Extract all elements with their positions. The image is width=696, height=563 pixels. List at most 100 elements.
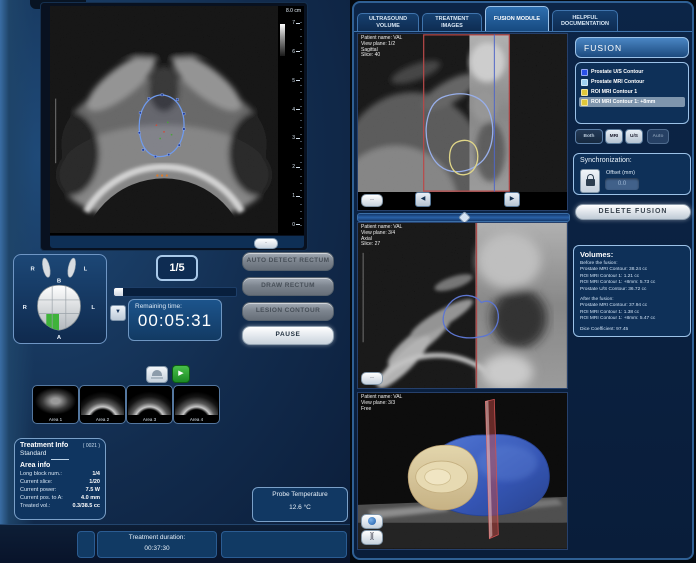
rotate-3d-button[interactable] xyxy=(361,514,383,529)
depth-label: 8.0 cm xyxy=(278,8,302,14)
status-bar: Treatment duration: 00:37:30 xyxy=(0,524,350,563)
sync-lock-button[interactable] xyxy=(580,169,600,193)
offset-label: Offset (mm) xyxy=(606,170,635,176)
tab-divider xyxy=(354,31,692,32)
treatment-info-title: Treatment Info xyxy=(20,442,68,449)
info-row: Current power:7.5 W xyxy=(20,486,100,494)
treatment-duration-value: 00:37:30 xyxy=(98,543,216,554)
ruler-tick: 7 xyxy=(292,20,300,26)
synchronization-label: Synchronization: xyxy=(574,154,690,164)
depth-ruler: 8.0 cm 7 6 5 4 3 2 1 0 xyxy=(278,8,302,232)
tab-ultrasound-volume[interactable]: ULTRASOUND VOLUME xyxy=(357,13,419,31)
lesion-contour-button[interactable]: LESION CONTOUR xyxy=(242,302,334,321)
fusion-panel-title: FUSION xyxy=(575,37,689,58)
ultrasound-render xyxy=(50,6,278,233)
treatment-info-panel: Treatment Info ( 0021 ) Standard Area in… xyxy=(14,438,106,520)
slice-next-button[interactable]: ▶ xyxy=(504,192,520,207)
ruler-tick: 3 xyxy=(292,135,300,141)
pause-button[interactable]: PAUSE xyxy=(242,326,334,345)
volumes-title: Volumes: xyxy=(580,250,684,259)
legend-item-roi-mri-margin[interactable]: ROI MRI Contour 1: +8mm xyxy=(579,97,685,107)
ruler-tick: 6 xyxy=(292,49,300,55)
grayscale-bar xyxy=(280,24,285,56)
divider xyxy=(51,459,69,460)
view-layout-toggle-button[interactable]: ⁓ xyxy=(361,372,383,385)
label-left-top: L xyxy=(84,267,88,273)
seminal-vesicle-right xyxy=(66,257,77,278)
ruler-tick: 0 xyxy=(292,222,300,228)
legend-swatch xyxy=(581,69,588,76)
legend-item-prostate-us[interactable]: Prostate U/S Contour xyxy=(579,67,685,77)
label-right-top: R xyxy=(30,267,35,273)
view-info-overlay: Patient name: VAL View plane: 3/3 Free xyxy=(361,395,402,412)
treatment-panel: 8.0 cm 7 6 5 4 3 2 1 0 ·· xyxy=(0,0,350,563)
hifu-treatment-app: 8.0 cm 7 6 5 4 3 2 1 0 ·· xyxy=(0,0,696,563)
thumbnail-image xyxy=(128,387,171,415)
label-left-mid: L xyxy=(91,305,95,311)
ultrasound-image[interactable]: 8.0 cm 7 6 5 4 3 2 1 0 xyxy=(50,6,304,235)
remaining-time-label: Remaining time: xyxy=(129,300,221,310)
area-thumbnail[interactable]: Area 2 xyxy=(79,385,126,424)
fusion-view-3d[interactable]: Patient name: VAL View plane: 3/3 Free ]… xyxy=(357,392,568,550)
synchronization-box: Synchronization: Offset (mm) 0.0 xyxy=(573,153,691,195)
volumes-panel: Volumes: Before the fusion: Prostate MRI… xyxy=(573,245,691,337)
label-base: B xyxy=(57,278,61,284)
auto-detect-rectum-button[interactable]: AUTO DETECT RECTUM xyxy=(242,252,334,271)
view-layout-toggle-button[interactable]: ⁓ xyxy=(361,194,383,207)
legend-swatch xyxy=(581,99,588,106)
prostate-orientation-widget: R L B R L A xyxy=(13,254,107,344)
display-mri-button[interactable]: MRI xyxy=(605,129,623,144)
fusion-view-axial[interactable]: Patient name: VAL View plane: 3/4 Axial … xyxy=(357,222,568,389)
view-info-overlay: Patient name: VAL View plane: 1/2 Sagitt… xyxy=(361,36,402,59)
tab-fusion-module[interactable]: FUSION MODULE xyxy=(485,6,549,31)
ruler-tick: 1 xyxy=(292,193,300,199)
area-thumbnail[interactable]: Area 3 xyxy=(126,385,173,424)
contour-legend: Prostate U/S Contour Prostate MRI Contou… xyxy=(575,62,689,124)
tab-treatment-images[interactable]: TREATMENT IMAGES xyxy=(422,13,482,31)
probe-icon[interactable] xyxy=(146,366,168,383)
treatment-info-code: ( 0021 ) xyxy=(83,443,100,449)
ruler-tick: 2 xyxy=(292,164,300,170)
treatment-mode: Standard xyxy=(20,450,100,457)
thumbnail-image xyxy=(34,387,77,415)
status-fragment-box xyxy=(77,531,95,558)
remaining-time-value: 00:05:31 xyxy=(129,311,221,331)
clip-plane-button[interactable]: ][ xyxy=(361,530,383,545)
ruler-tick: 5 xyxy=(292,78,300,84)
ultrasound-toolbar: ·· xyxy=(50,236,304,248)
legend-swatch xyxy=(581,79,588,86)
area-thumbnail[interactable]: Area 4 xyxy=(173,385,220,424)
display-auto-button[interactable]: Auto xyxy=(647,129,669,144)
label-right-mid: R xyxy=(23,305,28,311)
display-us-button[interactable]: U/S xyxy=(625,129,643,144)
ruler-tick: 4 xyxy=(292,107,300,113)
legend-item-prostate-mri[interactable]: Prostate MRI Contour xyxy=(579,77,685,87)
area-thumbnail[interactable]: Area 1 xyxy=(32,385,79,424)
probe-temperature-value: 12.6 °C xyxy=(253,501,347,514)
play-icon[interactable]: ▶ xyxy=(172,365,190,383)
info-row: Current pos. to A:4.0 mm xyxy=(20,494,100,502)
fusion-view-sagittal[interactable]: Patient name: VAL View plane: 1/2 Sagitt… xyxy=(357,33,568,211)
probe-temperature-label: Probe Temperature xyxy=(253,488,347,501)
block-counter: 1/5 xyxy=(156,255,198,281)
ruler-ticks: 7 6 5 4 3 2 1 0 xyxy=(292,20,300,228)
slice-prev-button[interactable]: ◀ xyxy=(415,192,431,207)
delete-fusion-button[interactable]: DELETE FUSION xyxy=(575,204,691,220)
draw-rectum-button[interactable]: DRAW RECTUM xyxy=(242,277,334,296)
focal-markers xyxy=(156,174,168,176)
legend-item-roi-mri[interactable]: ROI MRI Contour 1 xyxy=(579,87,685,97)
thumbnail-image xyxy=(81,387,124,415)
info-row: Treated vol.:0.3/38.5 cc xyxy=(20,502,100,510)
live-ultrasound-view[interactable]: 8.0 cm 7 6 5 4 3 2 1 0 ·· xyxy=(40,2,308,251)
treatment-progress-fill xyxy=(114,288,123,296)
image-settings-button[interactable]: ·· xyxy=(254,238,278,249)
slice-slider[interactable] xyxy=(357,213,570,222)
display-both-button[interactable]: Both xyxy=(575,129,603,144)
lock-icon xyxy=(586,179,595,186)
step-down-button[interactable]: ▼ xyxy=(110,305,126,321)
offset-input[interactable]: 0.0 xyxy=(605,178,639,190)
thumbnail-image xyxy=(175,387,218,415)
tab-helpful-documentation[interactable]: HELPFUL DOCUMENTATION xyxy=(552,10,618,31)
info-row: Long block num.:1/4 xyxy=(20,470,100,478)
probe-temperature-box: Probe Temperature 12.6 °C xyxy=(252,487,348,522)
